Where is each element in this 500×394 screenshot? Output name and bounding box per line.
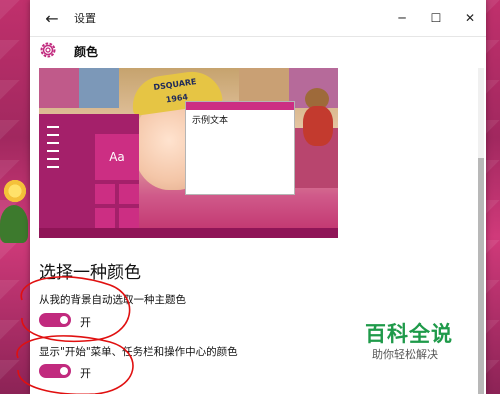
sample-window: 示例文本 xyxy=(185,101,295,195)
teddy-bear xyxy=(303,88,333,148)
minimize-icon: ─ xyxy=(398,11,406,25)
maximize-icon: ☐ xyxy=(430,11,442,25)
taskbar-preview xyxy=(39,228,338,238)
close-button[interactable]: ✕ xyxy=(455,6,485,30)
show-color-toggle[interactable] xyxy=(39,364,71,378)
page-title: 颜色 xyxy=(74,45,99,59)
toggle-knob xyxy=(60,316,68,324)
section-title: 选择一种颜色 xyxy=(39,263,141,283)
color-preview: DSQUARE 1964 Aa 示例文本 xyxy=(39,68,338,238)
auto-accent-state: 开 xyxy=(80,316,91,329)
scroll-thumb[interactable] xyxy=(478,158,484,394)
maximize-button[interactable]: ☐ xyxy=(421,6,451,30)
back-button[interactable]: ← xyxy=(38,6,66,30)
wallpaper-flower xyxy=(2,178,28,204)
sample-text: 示例文本 xyxy=(192,116,229,126)
show-color-state: 开 xyxy=(80,367,91,380)
watermark-title: 百科全说 xyxy=(365,322,453,346)
window-title: 设置 xyxy=(74,12,96,25)
gear-icon xyxy=(40,42,56,58)
title-bar: ← 设置 ─ ☐ ✕ xyxy=(30,0,486,37)
scrollbar[interactable] xyxy=(478,68,484,394)
watermark-subtitle: 助你轻松解决 xyxy=(372,348,438,361)
small-tiles xyxy=(95,184,139,234)
wallpaper-leaf xyxy=(0,205,28,243)
auto-accent-label: 从我的背景自动选取一种主题色 xyxy=(39,294,186,306)
page-header: 颜色 xyxy=(30,37,486,65)
start-menu-lines xyxy=(47,126,59,174)
auto-accent-toggle[interactable] xyxy=(39,313,71,327)
back-arrow-icon: ← xyxy=(45,8,59,28)
minimize-button[interactable]: ─ xyxy=(387,6,417,30)
toggle-knob xyxy=(60,367,68,375)
show-color-label: 显示"开始"菜单、任务栏和操作中心的颜色 xyxy=(39,346,238,358)
close-icon: ✕ xyxy=(464,11,476,25)
start-menu-preview: Aa xyxy=(39,114,139,238)
sample-tile: Aa xyxy=(95,134,139,180)
